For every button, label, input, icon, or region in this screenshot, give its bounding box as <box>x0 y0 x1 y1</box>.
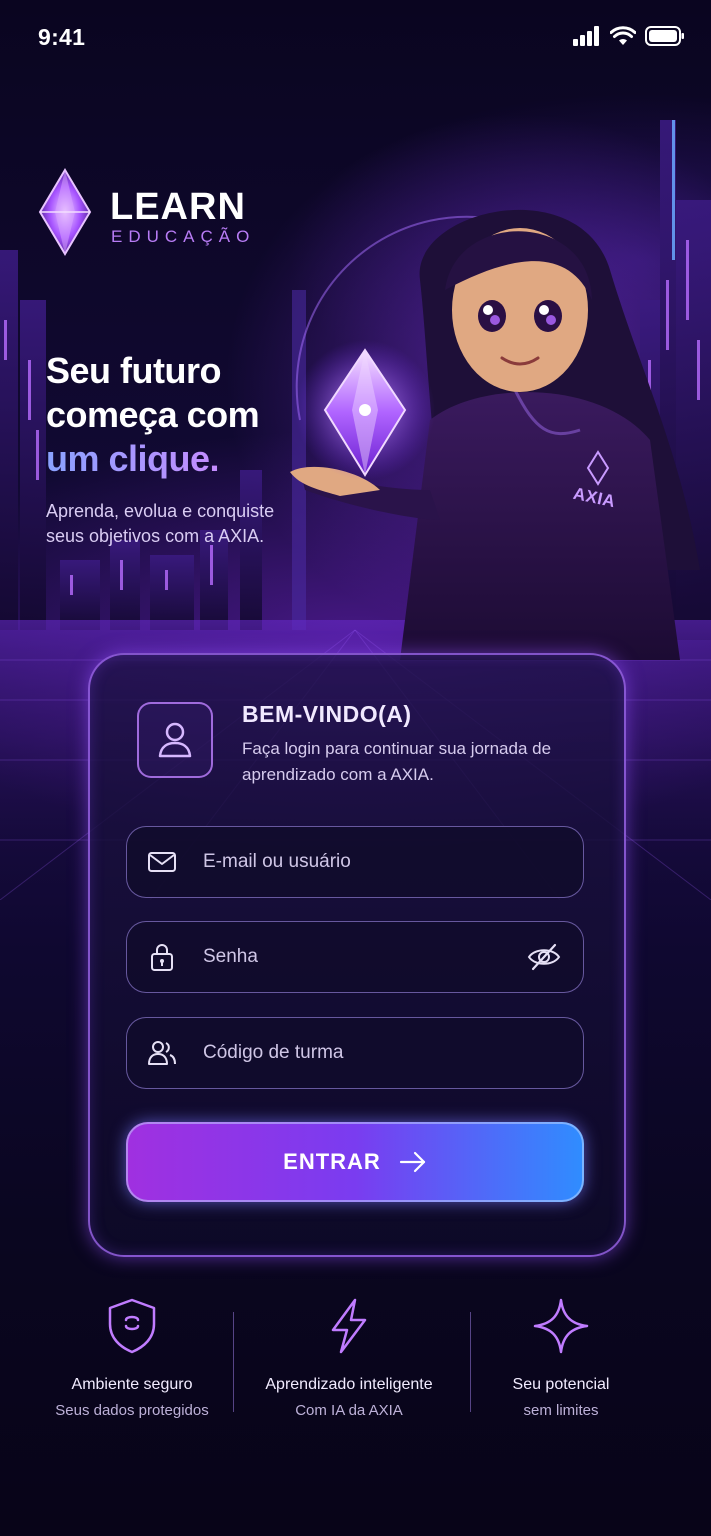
lightning-icon <box>331 1298 367 1354</box>
hero-illustration <box>290 209 700 660</box>
hero-title-line-3: um clique. <box>46 438 220 479</box>
user-icon <box>158 722 192 758</box>
wifi-icon <box>610 26 636 45</box>
login-screen: 9:41 LEARN EDUCAÇÃO Seu futuro começa co… <box>0 0 711 1536</box>
sparkle-icon <box>533 1298 589 1354</box>
feature-title: Aprendizado inteligente <box>265 1376 433 1393</box>
feature-smart-learning: Aprendizado inteligente Com IA da AXIA <box>231 1296 467 1419</box>
class-code-field <box>126 1017 584 1089</box>
email-field <box>126 826 584 898</box>
users-icon <box>148 1041 176 1065</box>
brand-tagline: EDUCAÇÃO <box>111 227 256 246</box>
signal-icon <box>573 26 599 46</box>
class-code-input[interactable] <box>201 1018 515 1088</box>
battery-icon <box>645 26 684 46</box>
login-submit-label: ENTRAR <box>283 1149 381 1174</box>
shield-icon <box>108 1298 156 1354</box>
lock-icon <box>151 944 173 971</box>
hero-title-line-2: começa com <box>46 394 260 435</box>
password-field <box>126 921 584 993</box>
hero-subtitle: Aprenda, evolua e conquiste seus objetiv… <box>46 501 275 546</box>
feature-potential: Seu potencial sem limites <box>443 1296 679 1419</box>
user-avatar-box <box>137 702 213 778</box>
status-time: 9:41 <box>38 24 86 50</box>
email-input[interactable] <box>201 827 515 897</box>
feature-title: Ambiente seguro <box>71 1376 193 1393</box>
mail-icon <box>148 852 176 872</box>
login-submit-button[interactable]: ENTRAR <box>126 1122 584 1202</box>
brand-logo-crystal-icon <box>38 168 92 256</box>
feature-title: Seu potencial <box>512 1376 610 1393</box>
arrow-right-icon <box>399 1151 425 1173</box>
welcome-subtitle: Faça login para continuar sua jornada de… <box>242 739 552 784</box>
brand-name: LEARN <box>110 186 246 228</box>
feature-subtitle: sem limites <box>523 1402 599 1419</box>
feature-secure: Ambiente seguro Seus dados protegidos <box>14 1296 250 1419</box>
hero-title-line-1: Seu futuro <box>46 350 221 391</box>
password-input[interactable] <box>201 922 515 992</box>
feature-subtitle: Com IA da AXIA <box>295 1402 403 1419</box>
status-icons <box>573 26 685 46</box>
status-bar: 9:41 <box>0 0 711 76</box>
welcome-title: BEM-VINDO(A) <box>242 701 412 727</box>
eye-off-icon[interactable] <box>527 942 561 972</box>
feature-subtitle: Seus dados protegidos <box>55 1402 209 1419</box>
